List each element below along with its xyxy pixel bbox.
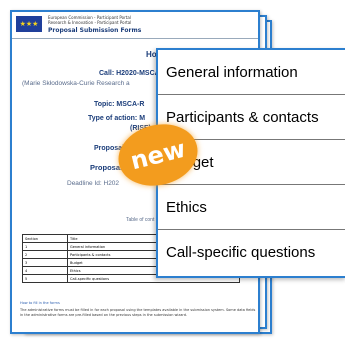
table-cell: 1 bbox=[22, 242, 68, 251]
header-line-2: Research & Innovation - Participant Port… bbox=[48, 20, 132, 25]
document-header: ★★★ European Commission - Participant Po… bbox=[12, 12, 258, 39]
table-cell: 2 bbox=[22, 250, 68, 259]
table-of-contents-label: Table of cont bbox=[126, 217, 155, 223]
section-call-specific-questions[interactable]: Call-specific questions bbox=[158, 230, 345, 275]
deadline-id: Deadline Id: H202 bbox=[67, 180, 120, 187]
call-id: Call: H2020-MSCA bbox=[99, 70, 160, 77]
table-header-section: Section bbox=[22, 234, 68, 243]
eu-flag-icon: ★★★ bbox=[16, 16, 42, 32]
call-description: (Marie Skłodowska-Curie Research a bbox=[22, 80, 130, 87]
type-of-action: Type of action: M bbox=[88, 115, 146, 122]
section-general-information[interactable]: General information bbox=[158, 50, 345, 95]
table-cell: 5 bbox=[22, 274, 68, 283]
document-title: Proposal Submission Forms bbox=[48, 27, 142, 34]
forms-instructions: The administrative forms must be filled … bbox=[20, 308, 256, 317]
table-cell: 4 bbox=[22, 266, 68, 275]
how-to-fill-link[interactable]: How to fill in the forms bbox=[20, 301, 256, 306]
topic-id: Topic: MSCA-R bbox=[94, 101, 145, 108]
table-cell: 3 bbox=[22, 258, 68, 267]
section-ethics[interactable]: Ethics bbox=[158, 185, 345, 230]
